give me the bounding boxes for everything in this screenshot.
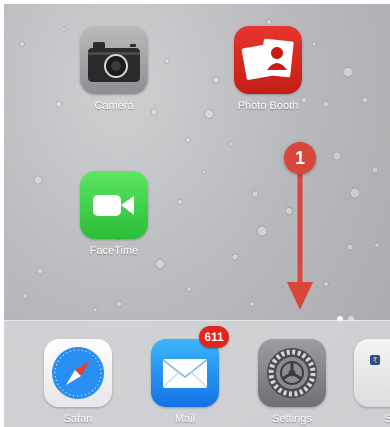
ios-home-screen: Camera Photo Booth FaceTime Safari Mail … [4,4,390,427]
annotation-arrow [287,167,313,310]
step-number-marker: 1 [284,142,316,174]
